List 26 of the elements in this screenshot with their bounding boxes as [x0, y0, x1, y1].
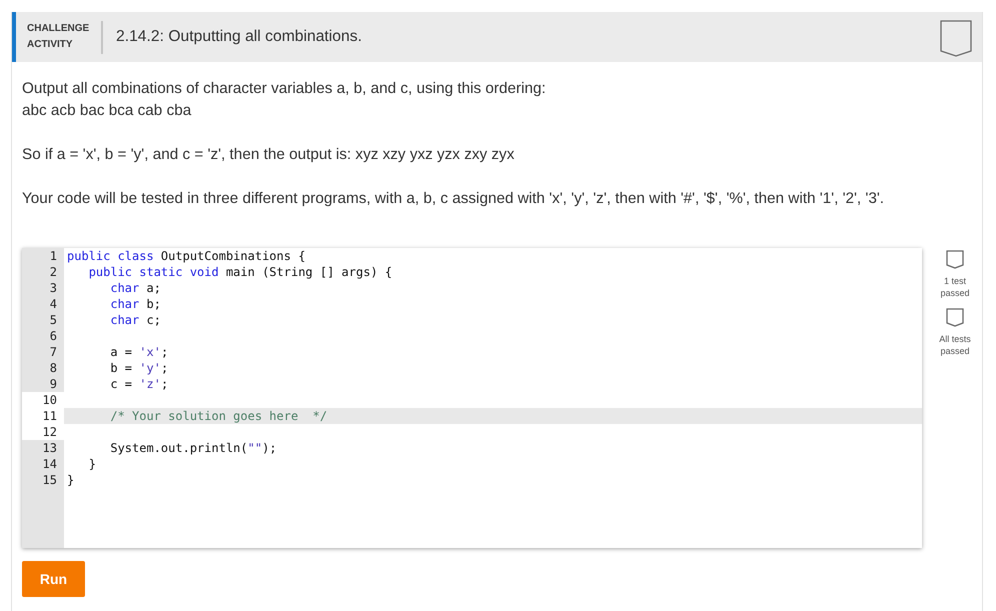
test-status-label: All tests passed: [938, 333, 972, 357]
code-line: char a;: [110, 281, 161, 295]
code-line: c = 'z';: [110, 377, 168, 391]
code-editor[interactable]: [22, 248, 922, 548]
instruction-text: Output all combinations of character variables a, b, and c, using this ordering:: [22, 79, 546, 99]
activity-title: 2.14.2: Outputting all combinations.: [116, 28, 363, 46]
code-line: b = 'y';: [110, 361, 168, 375]
code-line: System.out.println("");: [110, 441, 277, 455]
test-status-label: 1 test passed: [939, 275, 971, 299]
instruction-text: abc acb bac bca cab cba: [22, 101, 192, 121]
instruction-text: So if a = 'x', b = 'y', and c = 'z', then the output is: xyz xzy yxz yzx zxy zyx: [22, 145, 514, 165]
line-number: 11: [22, 408, 64, 424]
run-button[interactable]: Run: [22, 561, 85, 597]
code-line: char c;: [110, 313, 161, 327]
code-line: }: [88, 457, 96, 471]
code-line: public class OutputCombinations {: [67, 249, 306, 263]
code-line: a = 'x';: [110, 345, 168, 359]
code-line: public static void main (String [] args) {: [88, 265, 392, 279]
line-number: 12: [22, 424, 64, 440]
code-line: char b;: [110, 297, 161, 311]
code-line: }: [67, 473, 74, 487]
line-number: 10: [22, 392, 64, 408]
code-line: /* Your solution goes here */: [110, 409, 328, 423]
line-number: 1: [22, 248, 64, 264]
activity-type-label: CHALLENGE ACTIVITY: [27, 22, 90, 52]
instruction-text: Your code will be tested in three different programs, with a, b, c assigned with 'x', 'y', 'z', then with '#', '$', '%', then with '1', '2', '3'.: [22, 189, 884, 209]
